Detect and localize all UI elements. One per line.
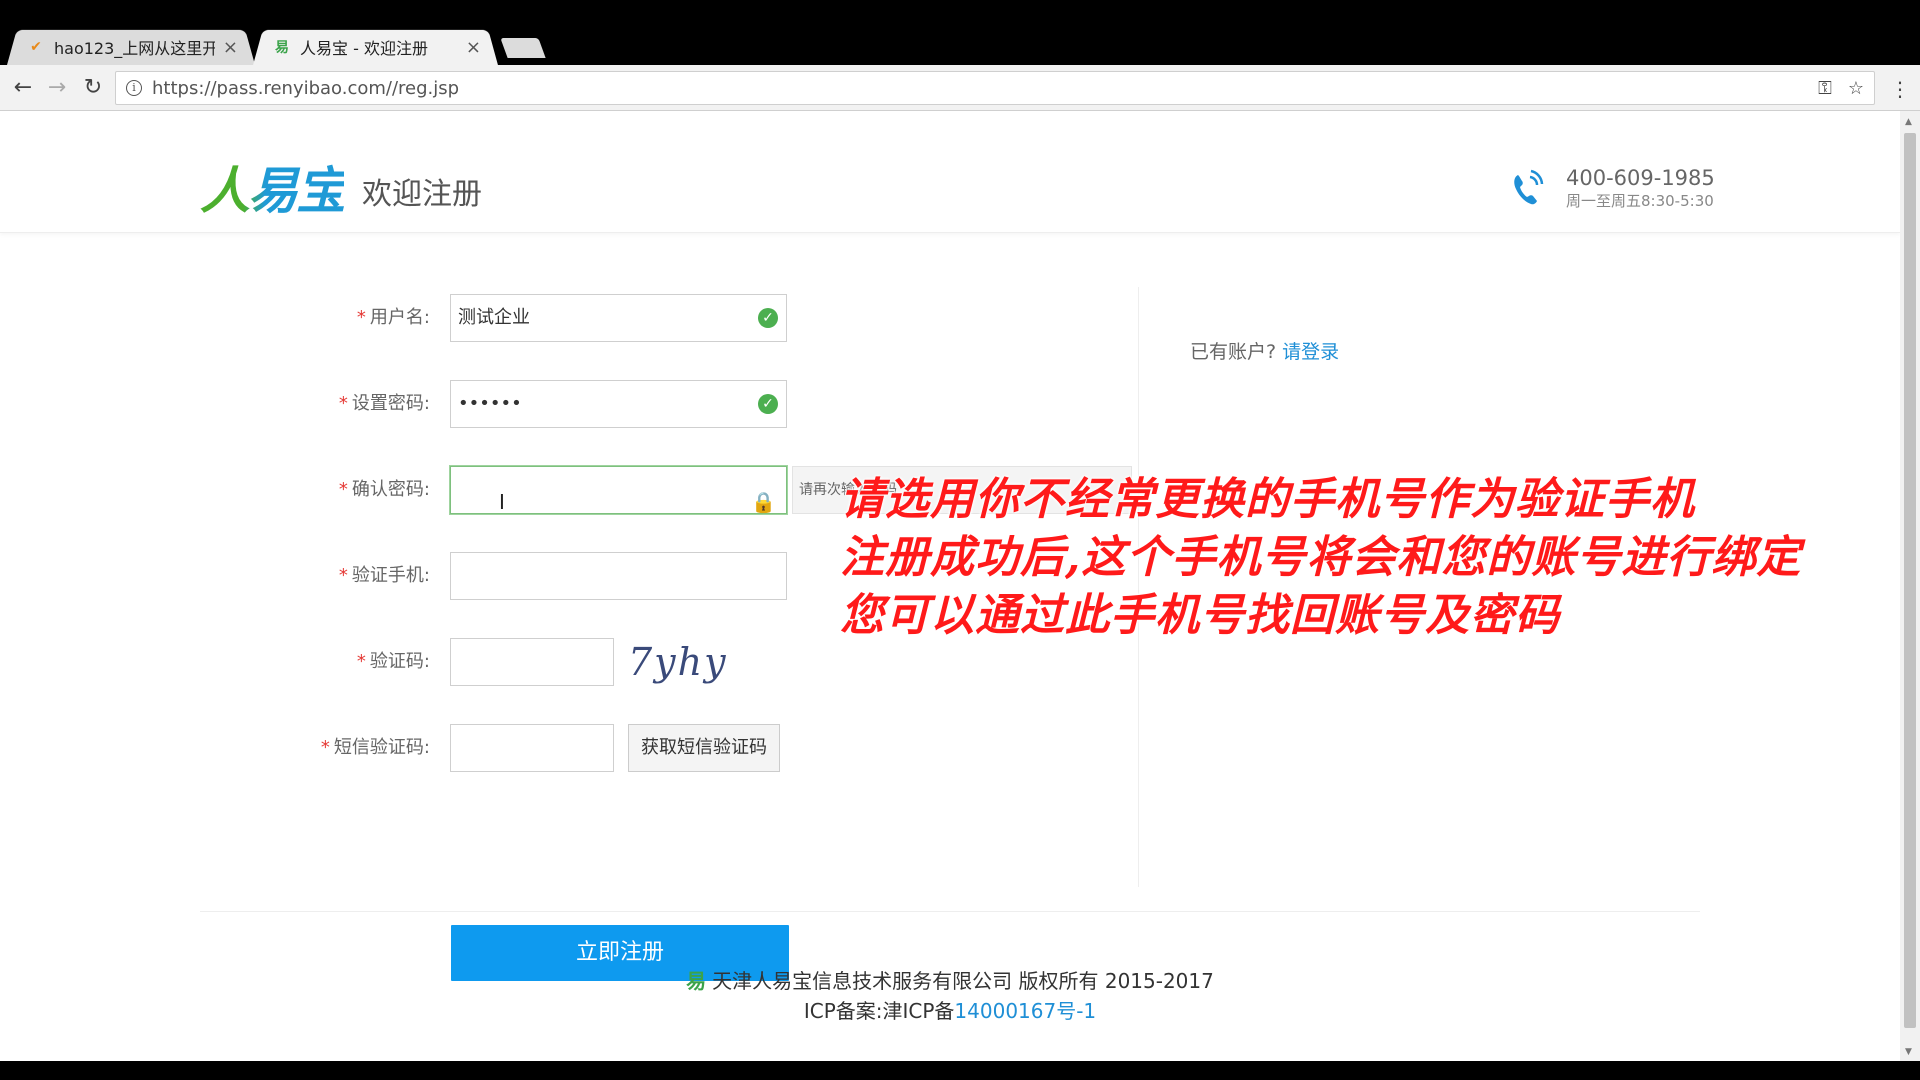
text-cursor-icon: I: [499, 490, 505, 514]
screen: ✔ hao123_上网从这里开始 × 易 人易宝 - 欢迎注册 × ← → ↻ …: [0, 0, 1920, 1080]
url-text[interactable]: https://pass.renyibao.com//reg.jsp: [152, 78, 1802, 99]
reload-icon[interactable]: ↻: [80, 75, 106, 101]
back-arrow-icon[interactable]: ←: [10, 75, 36, 101]
row-captcha: * 验证码:: [0, 638, 450, 686]
password-label: * 设置密码:: [338, 393, 430, 414]
address-bar[interactable]: i https://pass.renyibao.com//reg.jsp ⚿ ☆: [115, 71, 1875, 105]
username-value: 测试企业: [458, 307, 530, 328]
hotline-hours: 周一至周五8:30-5:30: [1566, 192, 1714, 210]
get-sms-code-button[interactable]: 获取短信验证码: [628, 724, 780, 772]
tab-title: hao123_上网从这里开始: [54, 39, 215, 58]
copyright-text: 天津人易宝信息技术服务有限公司 版权所有 2015-2017: [712, 969, 1214, 993]
close-icon[interactable]: ×: [466, 37, 481, 58]
phone-icon: [1514, 169, 1544, 205]
star-icon[interactable]: ☆: [1848, 78, 1864, 99]
username-label: * 用户名:: [356, 307, 430, 328]
renyibao-logo-icon: 易: [686, 969, 707, 993]
site-footer: 易天津人易宝信息技术服务有限公司 版权所有 2015-2017 ICP备案:津I…: [0, 966, 1900, 1026]
close-icon[interactable]: ×: [223, 37, 238, 58]
hao123-icon: ✔: [30, 39, 42, 55]
captcha-label: * 验证码:: [356, 651, 430, 672]
icp-prefix: ICP备案:津ICP备: [803, 999, 955, 1023]
tab-hao123[interactable]: ✔ hao123_上网从这里开始 ×: [12, 29, 250, 65]
have-account-text: 已有账户?: [1190, 341, 1277, 363]
scroll-down-icon[interactable]: ▼: [1905, 1047, 1912, 1057]
footer-divider: [200, 911, 1700, 912]
renyibao-icon: 易: [275, 40, 289, 56]
bottom-bar: [0, 1061, 1920, 1080]
login-prompt: 已有账户? 请登录: [1190, 337, 1339, 364]
browser-toolbar: ← → ↻ i https://pass.renyibao.com//reg.j…: [0, 65, 1920, 111]
row-phone: * 验证手机:: [0, 552, 450, 600]
check-icon: ✓: [758, 394, 778, 414]
login-link[interactable]: 请登录: [1282, 341, 1339, 363]
site-header: 人易宝 欢迎注册 400-609-1985 周一至周五8:30-5:30: [0, 111, 1900, 233]
row-confirm-password: * 确认密码:: [0, 466, 450, 514]
row-sms: * 短信验证码:: [0, 724, 450, 772]
forward-arrow-icon[interactable]: →: [44, 75, 70, 101]
info-icon[interactable]: i: [126, 80, 142, 96]
scrollbar[interactable]: ▲ ▼: [1900, 111, 1920, 1061]
menu-icon[interactable]: ⋮: [1890, 77, 1910, 101]
tab-renyibao[interactable]: 易 人易宝 - 欢迎注册 ×: [258, 29, 493, 65]
password-input[interactable]: •••••• ✓: [450, 380, 787, 428]
annotation-line: 您可以通过此手机号找回账号及密码: [840, 590, 1560, 641]
phone-label: * 验证手机:: [338, 565, 430, 586]
username-input[interactable]: 测试企业 ✓: [450, 294, 787, 342]
lock-icon: 🔒: [751, 490, 776, 514]
captcha-input[interactable]: [450, 638, 614, 686]
red-annotation: 请选用你不经常更换的手机号作为验证手机 注册成功后,这个手机号将会和您的账号进行…: [840, 471, 1900, 645]
scroll-up-icon[interactable]: ▲: [1905, 117, 1912, 127]
sms-code-input[interactable]: [450, 724, 614, 772]
hotline-number: 400-609-1985: [1566, 166, 1715, 190]
row-password: * 设置密码:: [0, 380, 450, 428]
check-icon: ✓: [758, 308, 778, 328]
new-tab-button[interactable]: [500, 38, 546, 58]
tab-title: 人易宝 - 欢迎注册: [300, 39, 428, 58]
copyright-line: 易天津人易宝信息技术服务有限公司 版权所有 2015-2017: [0, 966, 1900, 996]
captcha-image[interactable]: 7yhy: [628, 640, 746, 684]
annotation-line: 注册成功后,这个手机号将会和您的账号进行绑定: [840, 532, 1802, 583]
tab-bar: ✔ hao123_上网从这里开始 × 易 人易宝 - 欢迎注册 ×: [0, 0, 1920, 65]
site-logo[interactable]: 人易宝 欢迎注册: [200, 163, 482, 219]
confirm-password-label: * 确认密码:: [338, 479, 430, 500]
confirm-password-input[interactable]: I 🔒: [450, 466, 787, 514]
password-value: ••••••: [458, 393, 522, 414]
page-content: 人易宝 欢迎注册 400-609-1985 周一至周五8:30-5:30 * 用户…: [0, 111, 1900, 1061]
logo-mark: 人易宝: [200, 162, 346, 220]
hotline: 400-609-1985 周一至周五8:30-5:30: [1510, 165, 1715, 211]
scroll-thumb[interactable]: [1904, 133, 1916, 1028]
phone-input[interactable]: [450, 552, 787, 600]
annotation-line: 请选用你不经常更换的手机号作为验证手机: [840, 474, 1695, 525]
sms-label: * 短信验证码:: [320, 737, 430, 758]
icp-link[interactable]: 14000167号-1: [954, 999, 1096, 1023]
icp-line: ICP备案:津ICP备14000167号-1: [0, 996, 1900, 1026]
key-icon[interactable]: ⚿: [1818, 78, 1832, 99]
page-title: 欢迎注册: [362, 177, 482, 212]
row-username: * 用户名:: [0, 294, 450, 342]
